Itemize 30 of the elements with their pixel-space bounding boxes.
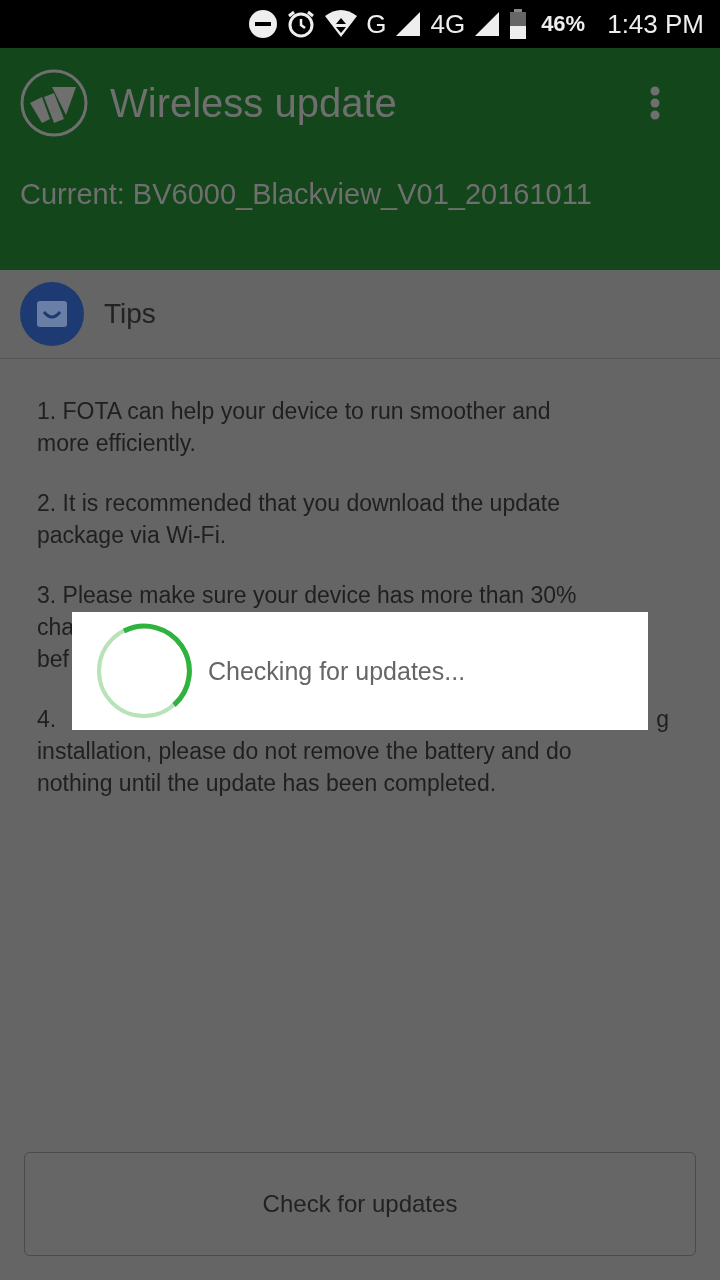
tip-text: 2. It is recommended that you download the update (37, 489, 560, 518)
tip-text: bef (37, 645, 69, 674)
app-title: Wireless update (110, 80, 398, 126)
signal-icon (394, 10, 423, 38)
tip-text: cha (37, 613, 75, 642)
tip-text: 3. Please make sure your device has more than 30% (37, 581, 577, 610)
tip-text: g (656, 705, 669, 734)
signal-icon (473, 10, 502, 38)
network-type-label: 4G (430, 9, 466, 39)
loading-spinner-icon (96, 623, 192, 719)
do-not-disturb-icon (248, 9, 279, 39)
tip-text: more efficiently. (37, 429, 196, 458)
tip-text: 1. FOTA can help your device to run smoother and (37, 397, 551, 426)
battery-icon (509, 9, 528, 39)
clock-time: 1:43 PM (607, 9, 704, 39)
alarm-clock-icon (286, 9, 317, 39)
battery-percentage: 46% (541, 10, 586, 38)
tip-text: package via Wi-Fi. (37, 521, 227, 550)
more-options-icon[interactable] (650, 86, 660, 120)
app-logo-icon (20, 69, 88, 137)
smiley-icon (20, 282, 84, 346)
dialog-message: Checking for updates... (208, 656, 466, 686)
tip-text: 4. (37, 705, 57, 734)
tip-text: installation, please do not remove the battery and do (37, 737, 572, 766)
wifi-icon (324, 10, 359, 38)
network-type-label: G (366, 9, 387, 39)
current-version: Current: BV6000_Blackview_V01_20161011 (20, 178, 593, 211)
tips-title: Tips (104, 298, 156, 330)
check-updates-button[interactable]: Check for updates (24, 1152, 696, 1256)
tip-text: nothing until the update has been completed. (37, 769, 497, 798)
